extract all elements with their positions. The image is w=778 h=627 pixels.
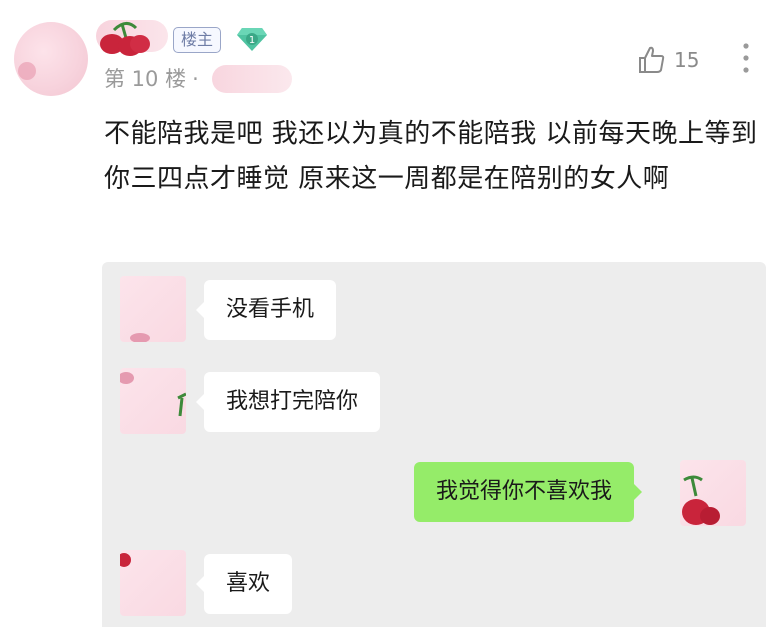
chat-avatar-self (680, 460, 746, 526)
cherry-icon (100, 22, 150, 56)
diamond-level-icon: 1 (237, 28, 267, 51)
level-number: 1 (249, 35, 255, 46)
like-button[interactable]: 15 (636, 44, 699, 76)
floor-info: 第 10 楼 · (104, 62, 199, 96)
thumbs-up-icon[interactable] (636, 45, 666, 75)
chat-avatar-other (120, 368, 186, 434)
post-time-blurred (212, 65, 292, 93)
comment-text: 不能陪我是吧 我还以为真的不能陪我 以前每天晚上等到你三四点才睡觉 原来这一周都… (104, 119, 758, 194)
user-avatar[interactable] (14, 22, 88, 96)
floor-number: 第 10 楼 (104, 67, 187, 91)
separator-dot: · (192, 67, 199, 91)
chat-avatar-other (120, 550, 186, 616)
chat-avatar-other (120, 276, 186, 342)
chat-message-received: 我想打完陪你 (195, 372, 381, 432)
chat-message-received: 喜欢 (195, 554, 293, 614)
like-count: 15 (674, 48, 700, 72)
post-page: 楼主 1 第 10 楼 · 15 不能陪我是吧 我还以为真的不能陪我 以前每天晚上… (0, 0, 778, 627)
chat-message-sent: 我觉得你不喜欢我 (414, 462, 643, 522)
chat-message-received: 没看手机 (195, 280, 337, 340)
more-vertical-icon[interactable] (736, 40, 756, 76)
original-poster-badge: 楼主 (173, 27, 222, 53)
chat-screenshot: 没看手机 我想打完陪你 我觉得你不喜欢我 喜欢 (102, 262, 766, 627)
